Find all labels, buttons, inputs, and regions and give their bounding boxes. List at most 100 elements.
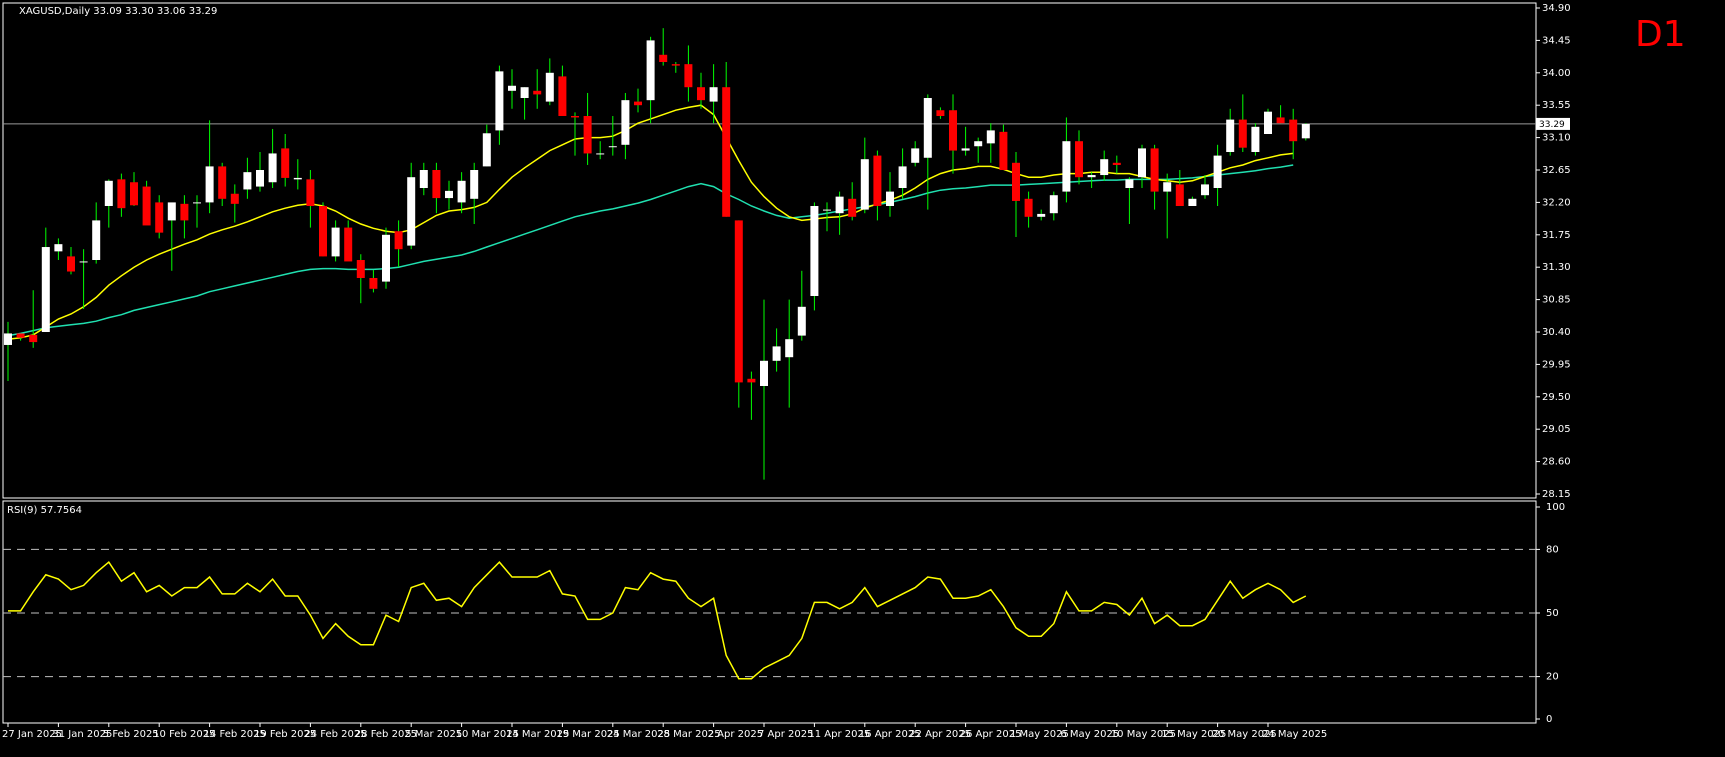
symbol-info: XAGUSD,Daily 33.09 33.30 33.06 33.29	[19, 6, 217, 17]
candle-bear	[697, 87, 705, 101]
candle-bear	[533, 90, 542, 95]
candle-bear	[873, 155, 882, 206]
candle-bull	[1062, 141, 1071, 192]
candle-bear	[684, 64, 693, 88]
candle-bull	[1188, 198, 1197, 206]
candle-bull	[79, 261, 88, 263]
rsi-tick-label: 100	[1546, 502, 1565, 513]
candle-bull	[1264, 111, 1272, 134]
candle-bull	[1125, 179, 1134, 188]
candle-bull	[823, 209, 831, 211]
candle-bull	[709, 87, 718, 102]
candle-bear	[583, 116, 592, 154]
candle-bear	[1075, 141, 1083, 178]
candle-bull	[911, 148, 920, 163]
candle-bull	[760, 360, 768, 386]
candle-bear	[747, 378, 756, 383]
price-tick-label: 29.50	[1542, 392, 1571, 403]
candle-bear	[369, 278, 378, 289]
x-tick-label: 5 Mar 2025	[405, 729, 462, 740]
candle-bull	[4, 333, 12, 345]
rsi-panel: 100 80 50 20 0	[2, 500, 1565, 725]
candle-bear	[281, 148, 290, 178]
candle-bull	[860, 159, 869, 210]
candle-bull	[986, 130, 995, 144]
candle-bull	[810, 206, 819, 296]
candle-bull	[193, 202, 201, 204]
x-axis: 27 Jan 202531 Jan 20255 Feb 202510 Feb 2…	[2, 723, 1327, 740]
rsi-tick-label: 20	[1546, 672, 1559, 683]
candle-bull	[1163, 182, 1172, 192]
candle-bull	[898, 166, 907, 188]
candle-bull	[1138, 148, 1146, 178]
candle-bull	[520, 87, 529, 98]
candle-bull	[1251, 126, 1260, 152]
candle-bear	[117, 179, 126, 209]
candle-bull	[1301, 123, 1310, 139]
candle-bull	[470, 170, 479, 199]
candle-bear	[1276, 117, 1285, 124]
candle-bear	[230, 193, 239, 204]
candle-bull	[293, 177, 302, 180]
candle-bull	[457, 180, 466, 203]
candle-bear	[130, 182, 138, 206]
candle-bear	[571, 116, 579, 118]
price-tick-label: 33.10	[1542, 133, 1571, 144]
price-panel-border	[2, 2, 1537, 499]
candle-bear	[319, 206, 327, 257]
candle-bear	[394, 231, 403, 250]
candle-bear	[1024, 198, 1033, 217]
candle-bear	[432, 170, 441, 199]
current-price-label: 33.29	[1539, 120, 1565, 130]
candle-bear	[142, 186, 151, 226]
candle-bull	[41, 247, 50, 332]
candle-bear	[29, 334, 38, 343]
x-tick-label: 7 Apr 2025	[758, 729, 813, 740]
candle-bull	[268, 153, 277, 183]
ma-slow-line	[7, 164, 1294, 337]
candle-bear	[671, 64, 680, 66]
candle-bear	[180, 203, 189, 221]
price-tick-label: 28.60	[1542, 457, 1571, 468]
price-panel: 34.90 34.45 34.00 33.55 33.10 32.65 32.20 31.75…	[2, 2, 1571, 500]
candle-bull	[482, 133, 491, 167]
candle-bull	[923, 98, 932, 158]
rsi-tick-label: 0	[1546, 714, 1552, 725]
price-tick-label: 29.95	[1542, 359, 1571, 370]
price-tick-label: 32.20	[1542, 197, 1571, 208]
candle-bull	[445, 190, 453, 199]
candle-bull	[419, 170, 428, 188]
candle-bull	[596, 153, 605, 155]
candle-bull	[407, 177, 416, 246]
price-tick-label: 34.45	[1542, 35, 1571, 46]
candle-bear	[1012, 162, 1020, 201]
candle-bull	[621, 100, 630, 145]
candle-bull	[974, 141, 983, 147]
candle-bear	[1150, 148, 1159, 192]
price-tick-label: 31.75	[1542, 230, 1571, 241]
candle-bear	[722, 87, 731, 217]
candle-bull	[167, 202, 176, 221]
price-tick-label: 34.00	[1542, 68, 1571, 79]
candle-bull	[205, 166, 214, 203]
price-tick-label: 31.30	[1542, 262, 1571, 273]
candle-bull	[508, 85, 516, 91]
rsi-tick-label: 50	[1546, 608, 1559, 619]
candle-bull	[1049, 195, 1058, 214]
candle-bull	[545, 72, 554, 102]
candle-bear	[306, 179, 315, 206]
candle-bull	[382, 234, 390, 282]
candle-bull	[785, 339, 794, 358]
candle-bear	[16, 333, 25, 338]
candle-bear	[1289, 119, 1298, 142]
price-tick-label: 30.85	[1542, 295, 1571, 306]
candle-bear	[1112, 162, 1121, 165]
candle-bull	[646, 40, 655, 101]
candle-bear	[155, 202, 164, 233]
price-tick-label: 30.40	[1542, 327, 1571, 338]
candle-bear	[1175, 184, 1184, 206]
chart-canvas: 34.90 34.45 34.00 33.55 33.10 32.65 32.20 31.75…	[2, 2, 1686, 740]
candle-bull	[797, 306, 806, 336]
candle-bear	[67, 256, 75, 272]
candle-bear	[634, 101, 642, 106]
